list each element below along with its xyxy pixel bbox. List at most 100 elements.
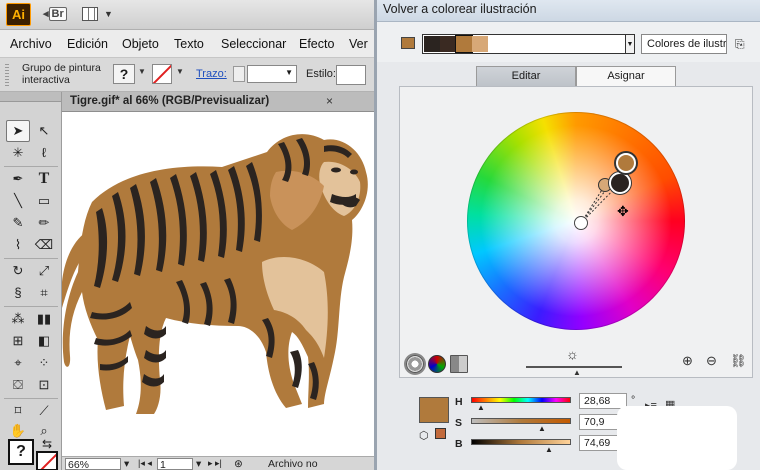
line-tool-icon[interactable]: ╲ bbox=[6, 190, 30, 212]
rotate-tool-icon[interactable]: ↻ bbox=[6, 260, 30, 282]
pencil-tool-icon[interactable]: ✏ bbox=[32, 212, 56, 234]
chevron-down-icon[interactable]: ▼ bbox=[176, 67, 184, 76]
chevron-down-icon[interactable]: ▾ bbox=[124, 458, 129, 470]
menu-seleccionar[interactable]: Seleccionar bbox=[221, 37, 286, 51]
menu-ver[interactable]: Ver bbox=[349, 37, 368, 51]
hue-unit: ° bbox=[631, 394, 636, 406]
document-tab[interactable]: Tigre.gif* al 66% (RGB/Previsualizar) × bbox=[62, 92, 374, 112]
status-menu-icon[interactable]: ⊛ bbox=[234, 458, 243, 470]
web-safe-color-swatch[interactable] bbox=[435, 428, 446, 439]
selected-color-handle[interactable] bbox=[616, 153, 636, 173]
selection-tool-icon[interactable]: ➤ bbox=[6, 120, 30, 142]
harmony-color-bar[interactable] bbox=[422, 34, 626, 54]
fill-swatch[interactable]: ? bbox=[8, 439, 34, 465]
stroke-weight-field[interactable]: ▼ bbox=[247, 65, 297, 83]
blob-brush-tool-icon[interactable]: ⌇ bbox=[6, 234, 30, 256]
brightness-value-slider-thumb[interactable]: ▲ bbox=[545, 445, 553, 454]
menu-efecto[interactable]: Efecto bbox=[299, 37, 334, 51]
handle-connector-lines bbox=[580, 162, 627, 224]
bridge-button[interactable]: ◂ Br bbox=[43, 7, 67, 23]
symbol-sprayer-tool-icon[interactable]: ⁂ bbox=[6, 308, 30, 330]
fill-stroke-widget[interactable]: ? ⇆ bbox=[6, 437, 58, 470]
tab-asignar[interactable]: Asignar bbox=[576, 66, 676, 87]
recolor-artwork-dialog: Volver a colorear ilustración ▼ Colores … bbox=[374, 0, 760, 470]
menu-objeto[interactable]: Objeto bbox=[122, 37, 159, 51]
paintbrush-tool-icon[interactable]: ✎ bbox=[6, 212, 30, 234]
free-transform-tool-icon[interactable]: ⌗ bbox=[32, 282, 56, 304]
active-color-swatch[interactable] bbox=[419, 397, 449, 423]
slice-tool-icon[interactable]: ⟋ bbox=[32, 400, 56, 422]
mesh-tool-icon[interactable]: ⊞ bbox=[6, 330, 30, 352]
chevron-down-icon[interactable]: ▼ bbox=[626, 34, 635, 54]
harmony-color-swatch[interactable] bbox=[455, 35, 473, 53]
arrange-documents-icon[interactable] bbox=[82, 7, 98, 21]
obscured-region bbox=[617, 406, 737, 470]
hue-slider-thumb[interactable]: ▲ bbox=[477, 403, 485, 412]
graphic-style-picker[interactable] bbox=[336, 65, 366, 85]
eyedropper-tool-icon[interactable]: ⌖ bbox=[6, 352, 30, 374]
hue-value-field[interactable]: 28,68 bbox=[579, 393, 627, 409]
lasso-tool-icon[interactable]: ℓ bbox=[32, 142, 56, 164]
hue-slider[interactable] bbox=[471, 397, 571, 403]
tab-editar[interactable]: Editar bbox=[476, 66, 576, 87]
stroke-link[interactable]: Trazo: bbox=[196, 68, 227, 80]
harmony-color-swatch[interactable] bbox=[488, 36, 504, 52]
fill-color-button[interactable]: ? bbox=[113, 64, 135, 84]
status-bar: 66% ▾ |◂ ◂ 1 ▾ ▸ ▸| ⊛ Archivo no adminis… bbox=[62, 456, 374, 470]
menu-archivo[interactable]: Archivo bbox=[10, 37, 52, 51]
dark-color-handle[interactable] bbox=[609, 172, 631, 194]
chevron-down-icon[interactable]: ▼ bbox=[104, 9, 113, 19]
stroke-weight-stepper[interactable] bbox=[233, 66, 245, 82]
stroke-color-button[interactable] bbox=[152, 64, 172, 84]
current-color-swatch[interactable] bbox=[401, 37, 415, 49]
gradient-tool-icon[interactable]: ◧ bbox=[32, 330, 56, 352]
artboard-tool-icon[interactable]: ⌑ bbox=[6, 400, 30, 422]
saturation-slider[interactable] bbox=[471, 418, 571, 424]
eraser-tool-icon[interactable]: ⌫ bbox=[32, 234, 56, 256]
harmony-color-swatch[interactable] bbox=[440, 36, 456, 52]
blend-tool-icon[interactable]: ⁘ bbox=[32, 352, 56, 374]
chevron-down-icon[interactable]: ▼ bbox=[138, 67, 146, 76]
link-harmony-colors-icon[interactable]: ⛓ bbox=[730, 353, 747, 369]
next-page-icon[interactable]: ▸ ▸| bbox=[208, 458, 222, 469]
save-color-group-icon[interactable]: ⎘ bbox=[735, 37, 749, 51]
stroke-swatch[interactable] bbox=[36, 451, 58, 470]
menu-edicion[interactable]: Edición bbox=[67, 37, 108, 51]
live-paint-bucket-tool-icon[interactable]: ⛋ bbox=[6, 374, 30, 396]
page-field[interactable]: 1 bbox=[157, 458, 193, 470]
pen-tool-icon[interactable]: ✒ bbox=[6, 168, 30, 190]
type-tool-icon[interactable]: T bbox=[32, 168, 56, 190]
zoom-field[interactable]: 66% bbox=[65, 458, 121, 470]
chevron-down-icon[interactable]: ▾ bbox=[196, 458, 201, 470]
harmony-color-swatch[interactable] bbox=[424, 36, 440, 52]
brightness-value-slider[interactable] bbox=[471, 439, 571, 445]
direct-selection-tool-icon[interactable]: ↖ bbox=[32, 120, 56, 142]
remove-color-tool-icon[interactable]: ⊖ bbox=[706, 353, 717, 369]
close-icon[interactable]: × bbox=[326, 94, 333, 108]
dialog-title-bar[interactable]: Volver a colorear ilustración bbox=[377, 0, 760, 22]
artboard-canvas[interactable] bbox=[62, 112, 374, 456]
swap-fill-stroke-icon[interactable]: ⇆ bbox=[42, 437, 52, 451]
first-page-icon[interactable]: |◂ ◂ bbox=[138, 458, 152, 469]
panel-grip[interactable] bbox=[5, 64, 9, 86]
saturation-slider-thumb[interactable]: ▲ bbox=[538, 424, 546, 433]
chevron-down-icon[interactable]: ▼ bbox=[285, 68, 293, 77]
magic-wand-tool-icon[interactable]: ✳ bbox=[6, 142, 30, 164]
smooth-color-wheel-icon[interactable] bbox=[406, 355, 424, 373]
tools-panel-header[interactable] bbox=[0, 92, 61, 102]
column-graph-tool-icon[interactable]: ▮▮ bbox=[32, 308, 56, 330]
rectangle-tool-icon[interactable]: ▭ bbox=[32, 190, 56, 212]
brightness-slider-thumb[interactable]: ▲ bbox=[573, 368, 581, 377]
live-paint-selection-tool-icon[interactable]: ⊡ bbox=[32, 374, 56, 396]
scale-tool-icon[interactable]: ⤢ bbox=[32, 260, 56, 282]
out-of-gamut-cube-icon[interactable]: ⬡ bbox=[419, 429, 429, 442]
color-group-name-field[interactable]: Colores de ilustración bbox=[641, 34, 727, 54]
harmony-color-swatch[interactable] bbox=[472, 36, 488, 52]
warp-tool-icon[interactable]: § bbox=[6, 282, 30, 304]
segmented-color-wheel-icon[interactable] bbox=[428, 355, 446, 373]
base-color-handle[interactable] bbox=[574, 216, 588, 230]
add-color-tool-icon[interactable]: ⊕ bbox=[682, 353, 693, 369]
color-bars-icon[interactable] bbox=[450, 355, 468, 373]
menu-texto[interactable]: Texto bbox=[174, 37, 204, 51]
h-label: H bbox=[455, 396, 463, 408]
